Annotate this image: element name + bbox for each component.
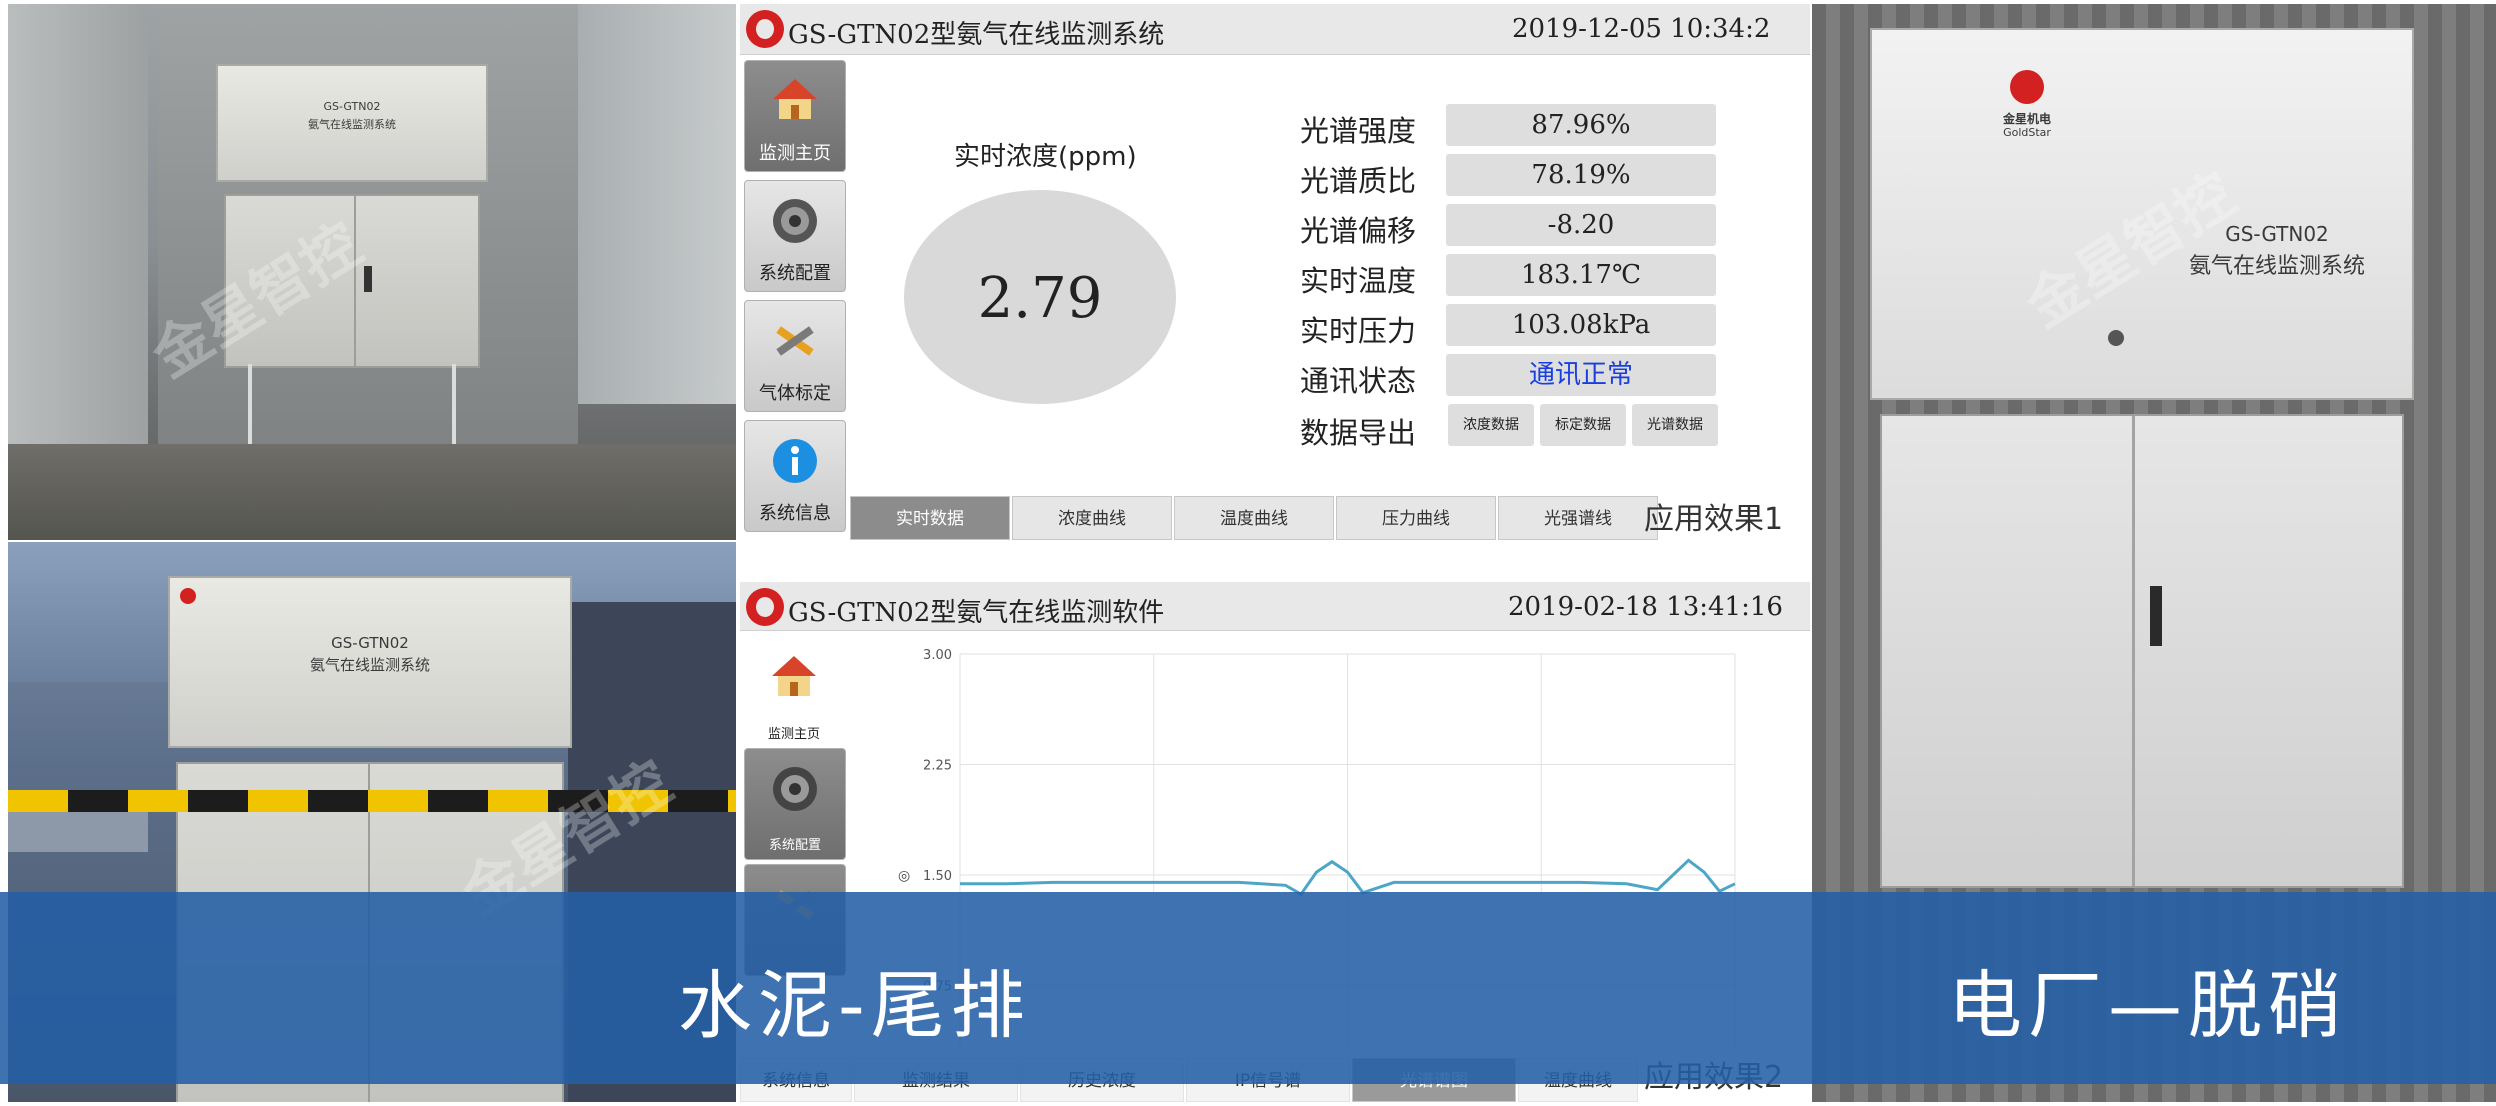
cabinet-name-text: 氨气在线监测系统	[309, 656, 430, 674]
param-label-spectral-offset: 光谱偏移	[1300, 214, 1417, 248]
param-label-comm-status: 通讯状态	[1300, 364, 1417, 398]
brand-logo-icon	[746, 10, 784, 48]
param-value-spectral-ratio: 78.19%	[1446, 154, 1716, 196]
sidebar-item-system-config[interactable]: 系统配置	[744, 748, 846, 860]
gear-icon	[773, 199, 817, 243]
sidebar-item-label: 监测主页	[759, 143, 831, 164]
param-label-spectral-intensity: 光谱强度	[1300, 114, 1417, 148]
tab-concentration-curve[interactable]: 浓度曲线	[1012, 496, 1172, 540]
cabinet-model-text: GS-GTN02	[331, 634, 409, 652]
datetime-display: 2019-02-18 13:41:16	[1508, 592, 1783, 622]
chart-y-marker-icon: ◎	[898, 868, 910, 884]
brand-en-text: GoldStar	[2003, 126, 2051, 139]
sidebar-item-system-info[interactable]: 系统信息	[744, 420, 846, 532]
concentration-label: 实时浓度(ppm)	[954, 142, 1137, 172]
sidebar-item-label: 系统信息	[759, 503, 831, 524]
duct-right	[568, 4, 736, 404]
tab-temperature-curve[interactable]: 温度曲线	[1174, 496, 1334, 540]
title-bar: GS-GTN02型氨气在线监测软件 2019-02-18 13:41:16	[740, 582, 1810, 631]
param-label-pressure: 实时压力	[1300, 314, 1417, 348]
sidebar-item-label: 监测主页	[767, 727, 820, 742]
param-label-spectral-ratio: 光谱质比	[1300, 164, 1417, 198]
param-label-temperature: 实时温度	[1300, 264, 1417, 298]
cabinet-model-text: GS-GTN02	[323, 100, 381, 113]
param-value-comm-status: 通讯正常	[1446, 354, 1716, 396]
app-title: GS-GTN02型氨气在线监测系统	[788, 20, 1165, 50]
sidebar-item-monitor-home[interactable]: 监测主页	[744, 60, 846, 172]
sidebar-item-label: 系统配置	[759, 263, 831, 284]
brand-logo-icon	[746, 588, 784, 626]
cabinet-name-text: 氨气在线监测系统	[308, 118, 396, 131]
export-spectrum-button[interactable]: 光谱数据	[1632, 404, 1718, 446]
sidebar-item-system-config[interactable]: 系统配置	[744, 180, 846, 292]
analyzer-cabinet-door	[1880, 414, 2404, 888]
datetime-display: 2019-12-05 10:34:2	[1512, 14, 1771, 44]
home-icon	[772, 656, 816, 696]
analyzer-cabinet-top: GS-GTN02 氨气在线监测系统	[216, 64, 488, 182]
concentration-value: 2.79	[977, 266, 1103, 331]
analyzer-cabinet-top: GS-GTN02 氨气在线监测系统	[168, 576, 572, 748]
door-handle	[2150, 586, 2162, 646]
sidebar-item-label: 气体标定	[759, 383, 831, 404]
tab-spectral-line[interactable]: 光强谱线	[1498, 496, 1658, 540]
chart-y-tick-label: 3.00	[923, 648, 952, 663]
param-value-spectral-offset: -8.20	[1446, 204, 1716, 246]
effect-label-1: 应用效果1	[1644, 502, 1784, 537]
brand-logo-icon	[180, 588, 196, 604]
param-value-temperature: 183.17℃	[1446, 254, 1716, 296]
home-icon	[773, 79, 817, 119]
chart-y-tick-label: 1.50	[923, 869, 952, 884]
sidebar-item-label: 系统配置	[768, 838, 821, 853]
tab-pressure-curve[interactable]: 压力曲线	[1336, 496, 1496, 540]
title-bar: GS-GTN02型氨气在线监测系统 2019-12-05 10:34:2	[740, 4, 1810, 55]
app-title: GS-GTN02型氨气在线监测软件	[788, 598, 1165, 628]
gear-icon	[773, 767, 817, 811]
ground	[8, 444, 736, 540]
tab-realtime-data[interactable]: 实时数据	[850, 496, 1010, 540]
brand-cn-text: 金星机电	[2002, 112, 2051, 126]
concentration-gauge: 2.79	[904, 190, 1176, 404]
photo-cement-installation-top: GS-GTN02 氨气在线监测系统 金星智控	[8, 4, 736, 540]
param-value-pressure: 103.08kPa	[1446, 304, 1716, 346]
chart-y-tick-label: 2.25	[923, 759, 952, 774]
info-icon	[773, 439, 817, 483]
sidebar-item-gas-calibration[interactable]: 气体标定	[744, 300, 846, 412]
software-screen-1: GS-GTN02型氨气在线监测系统 2019-12-05 10:34:2 监测主…	[740, 4, 1810, 540]
caption-power-plant-denitrification: 电厂—脱硝	[1948, 963, 2348, 1049]
param-value-spectral-intensity: 87.96%	[1446, 104, 1716, 146]
export-label: 数据导出	[1300, 416, 1417, 450]
pipe	[8, 812, 148, 852]
caption-cement-tail-exhaust: 水泥-尾排	[678, 963, 1031, 1049]
export-concentration-button[interactable]: 浓度数据	[1448, 404, 1534, 446]
lock-icon	[2108, 330, 2124, 346]
tools-icon	[776, 326, 814, 356]
door-seam	[2132, 416, 2135, 886]
sidebar-item-monitor-home[interactable]: 监测主页	[744, 638, 844, 748]
export-calibration-button[interactable]: 标定数据	[1540, 404, 1626, 446]
brand-logo-icon	[2010, 70, 2044, 104]
